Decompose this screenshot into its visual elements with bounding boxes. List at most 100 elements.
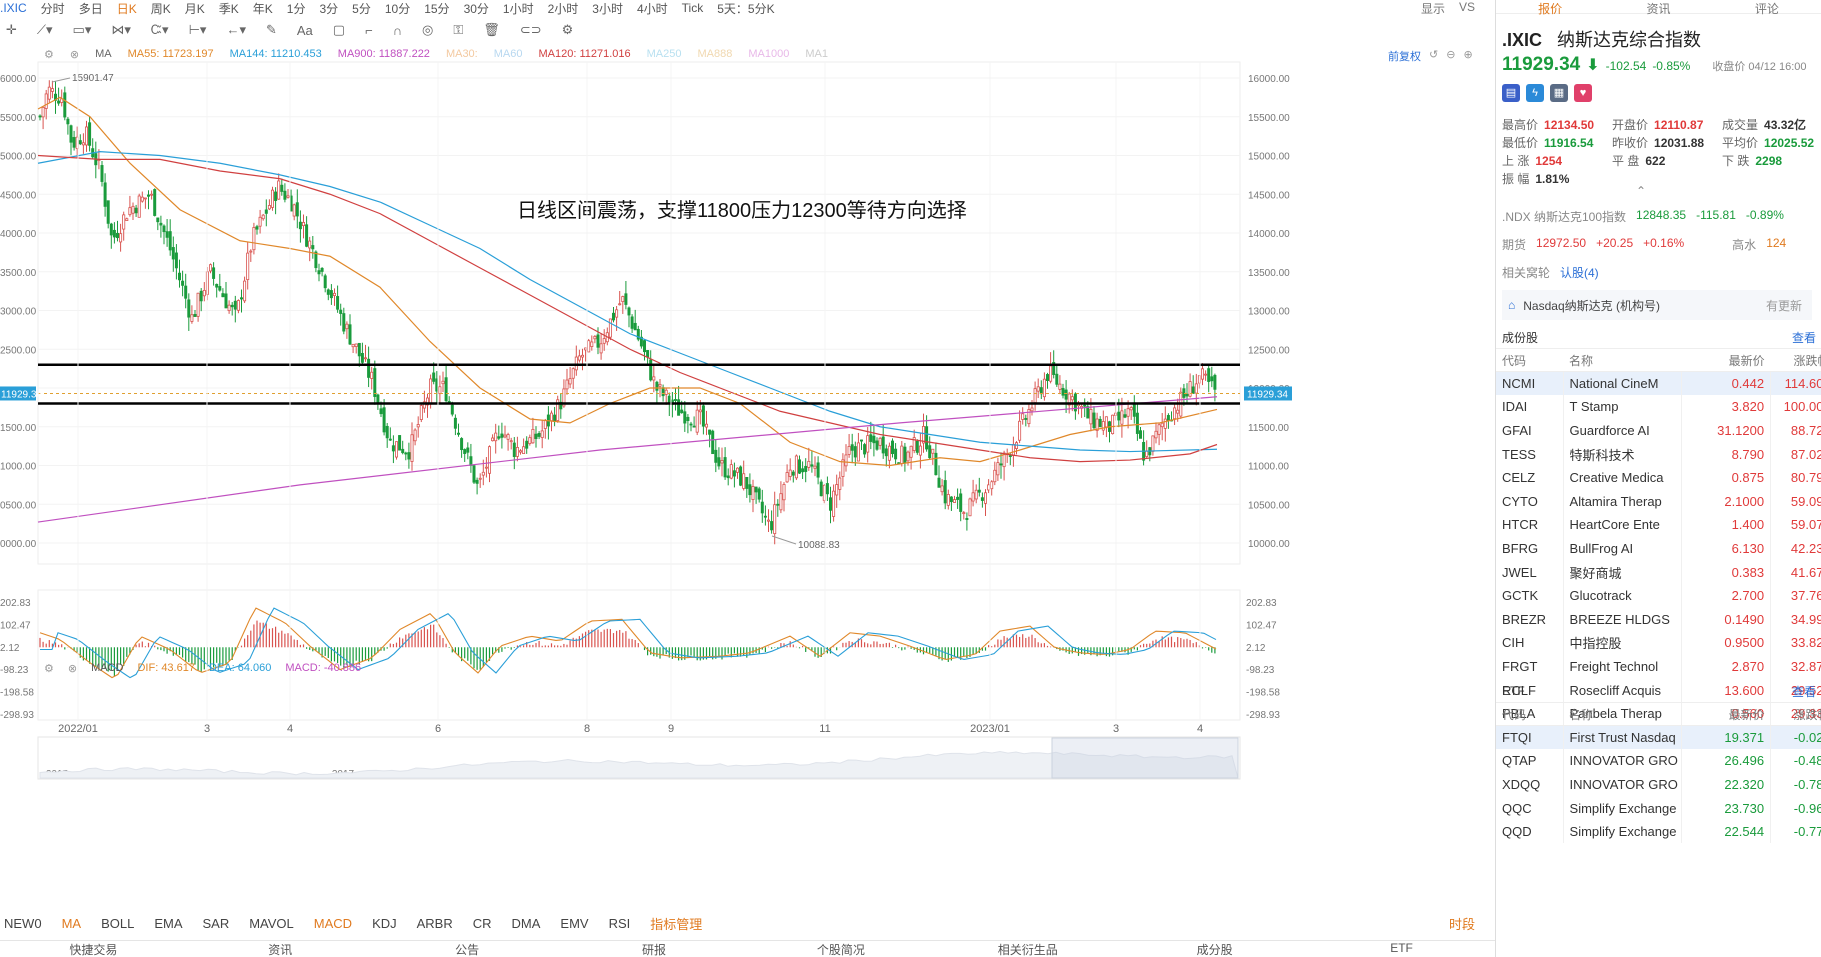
candle-body [615,309,619,318]
indicator-tab[interactable]: SAR [202,916,229,931]
indicator-tab[interactable]: MAVOL [249,916,294,931]
column-header[interactable]: 涨跌幅 [1770,702,1821,726]
heart-icon[interactable]: ♥ [1574,84,1592,102]
candle-body [612,312,616,321]
indicator-tab[interactable]: CR [473,916,492,931]
column-header[interactable]: 名称 [1563,702,1682,726]
indicator-tab[interactable]: MACD [314,916,352,931]
row-pct: 59.09% [1770,489,1821,514]
bottom-nav-tab[interactable]: 研报 [561,941,748,957]
indicator-tab[interactable]: EMV [560,916,588,931]
column-header[interactable]: 名称 [1563,348,1682,372]
indicator-tab[interactable]: RSI [609,916,631,931]
bottom-nav: 快捷交易 资讯 公告 研报 个股简况 相关衍生品 成分股 ETF [0,940,1495,957]
candle-body [1126,408,1130,417]
warrant-link[interactable]: 认股(4) [1560,264,1599,281]
candle-body [915,440,919,453]
candle-body [308,240,312,249]
column-header[interactable]: 最新价 [1681,702,1771,726]
candlestick-chart[interactable]: 16000.00 6000.00 15500.00 5500.00 15000.00 50… [0,0,1495,912]
bottom-nav-tab[interactable]: 快捷交易 [0,941,187,957]
candle-body [481,471,485,476]
macd-axis-label: 2.12 [1246,643,1266,654]
column-header[interactable]: 涨跌幅 [1770,348,1821,372]
candle-body [429,378,433,405]
candle-body [280,184,284,192]
row-name: BullFrog AI [1563,536,1683,561]
candle-body [140,196,144,202]
table-row[interactable]: IDAIT Stamp3.820100.00% [1496,395,1821,419]
column-header[interactable]: 最新价 [1681,348,1771,372]
indicator-tab[interactable]: MA [62,916,82,931]
candle-body [1194,383,1198,394]
candle-body [695,409,699,433]
candle-body [410,434,414,462]
bottom-nav-tab[interactable]: 资讯 [187,941,374,957]
table-row[interactable]: GCTKGlucotrack2.70037.76% [1496,583,1821,608]
table-row[interactable]: CYTOAltamira Therap2.100059.09% [1496,489,1821,514]
candle-body [1176,409,1180,414]
table-row[interactable]: FTQIFirst Trust Nasdaq19.371-0.02% [1496,725,1821,750]
bottom-nav-tab[interactable]: 相关衍生品 [934,941,1121,957]
table-row[interactable]: CIH中指控股0.950033.82% [1496,631,1821,655]
indicator-tab[interactable]: ARBR [417,916,453,931]
indicator-tab[interactable]: NEW0 [4,916,42,931]
candle-body [1111,414,1115,435]
row-name: HeartCore Ente [1563,513,1683,537]
table-row[interactable]: NCMINational CineM0.442114.60% [1496,371,1821,396]
session-button[interactable]: 时段 [1449,914,1475,933]
macd-axis-left-label: 2.12 [0,643,20,654]
table-row[interactable]: TESS特斯科技术8.79087.02% [1496,442,1821,466]
macd-settings-icon[interactable]: ⚙ [44,662,54,675]
bottom-nav-tab[interactable]: 个股简况 [748,941,935,957]
table-row[interactable]: FRGTFreight Technol2.87032.87% [1496,654,1821,679]
candle-body [391,445,395,452]
table-row[interactable]: BFRGBullFrog AI6.13042.23% [1496,536,1821,561]
table-row[interactable]: GFAIGuardforce AI31.120088.72% [1496,418,1821,443]
x-axis-label: 3 [204,723,210,735]
nasdaq-account-row[interactable]: ⌂ Nasdaq纳斯达克 (机构号) 有更新 [1502,290,1812,320]
lightning-icon[interactable]: ϟ [1526,84,1544,102]
candle-body [227,304,231,312]
futures-row[interactable]: 期货 12972.50 +20.25 +0.16% 高水 124 [1502,236,1786,253]
candle-body [832,490,836,517]
candle-body [940,485,944,493]
column-header[interactable]: 代码 [1496,348,1564,372]
macd-close-icon[interactable]: ⊗ [68,662,77,675]
table-row[interactable]: XDQQINNOVATOR GRO22.320-0.78% [1496,772,1821,797]
bottom-nav-tab[interactable]: ETF [1308,941,1495,957]
table-header-row: 代码名称最新价涨跌幅 [1496,702,1821,726]
row-price: 0.1490 [1681,607,1772,632]
panel-tab[interactable]: 资讯 [1604,0,1712,16]
table-row[interactable]: CELZCreative Medica0.87580.79% [1496,465,1821,490]
candle-body [618,303,622,306]
indicator-tab[interactable]: DMA [512,916,541,931]
bottom-nav-tab[interactable]: 公告 [374,941,561,957]
candle-body [1123,414,1127,418]
indicator-manager-button[interactable]: 指标管理 [650,914,702,933]
panel-tab[interactable]: 评论 [1713,0,1821,16]
table-row[interactable]: JWEL聚好商城0.38341.67% [1496,560,1821,584]
candle-body [1092,412,1096,429]
indicator-tab[interactable]: KDJ [372,916,397,931]
candle-body [909,445,913,458]
stat-cell: 上 涨 1254 [1502,152,1612,170]
table-row[interactable]: QQCSimplify Exchange23.730-0.96% [1496,796,1821,820]
candle-body [441,380,445,385]
indicator-tab[interactable]: EMA [154,916,182,931]
components-more-link[interactable]: 查看 [1792,329,1816,346]
bottom-nav-tab[interactable]: 成分股 [1121,941,1308,957]
table-row[interactable]: QQDSimplify Exchange22.544-0.77% [1496,819,1821,844]
table-row[interactable]: QTAPINNOVATOR GRO26.496-0.48% [1496,749,1821,773]
ndx-row[interactable]: .NDX 纳斯达克100指数 12848.35 -115.81 -0.89% [1502,208,1784,225]
candle-body [419,405,423,420]
column-header[interactable]: 代码 [1496,702,1564,726]
candle-body [856,442,860,462]
doc-icon[interactable]: ▦ [1550,84,1568,102]
table-row[interactable]: HTCRHeartCore Ente1.40059.07% [1496,513,1821,537]
table-row[interactable]: BREZRBREEZE HLDGS0.149034.99% [1496,607,1821,632]
indicator-tab[interactable]: BOLL [101,916,134,931]
panel-tab[interactable]: 报价 [1496,0,1604,16]
etf-more-link[interactable]: 查看 [1792,683,1816,700]
collapse-chevron-icon[interactable]: ⌃ [1636,184,1646,198]
